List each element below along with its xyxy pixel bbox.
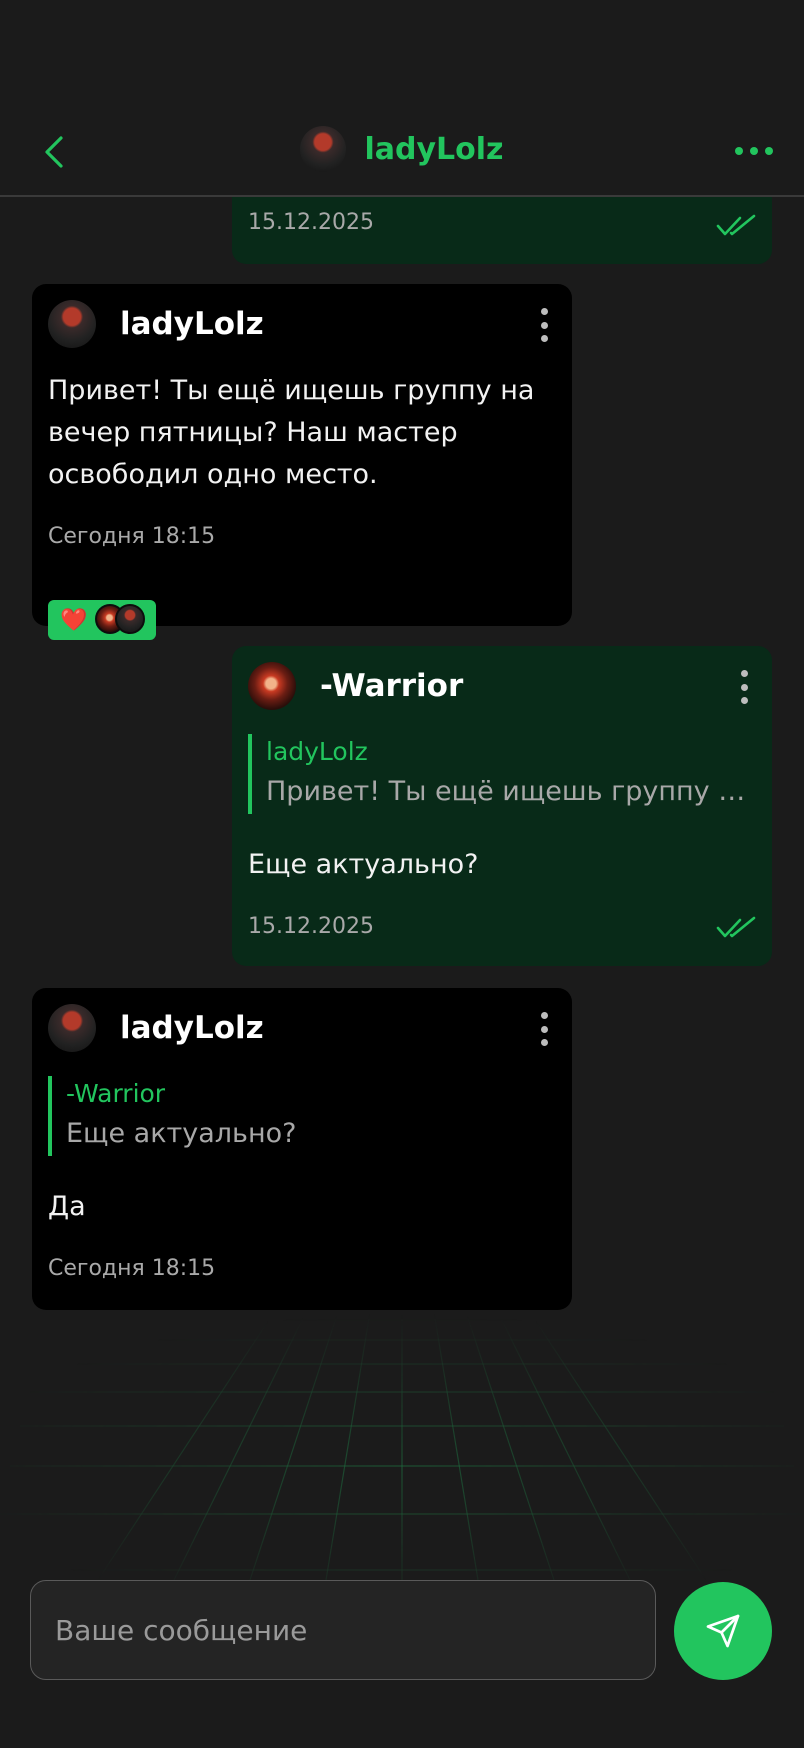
message-author: ladyLolz xyxy=(120,306,264,342)
more-horizontal-icon xyxy=(735,147,773,155)
send-button[interactable] xyxy=(674,1582,772,1680)
quote-text: Привет! Ты ещё ищешь группу на вечер пят… xyxy=(266,776,756,807)
message-author: -Warrior xyxy=(320,668,464,704)
send-icon xyxy=(706,1614,740,1648)
reaction-badge[interactable]: ❤️ xyxy=(48,600,156,640)
message-header: ladyLolz xyxy=(48,1004,264,1052)
message-bubble-outgoing[interactable]: -Warrior ladyLolz Привет! Ты ещё ищешь г… xyxy=(232,646,772,966)
message-menu-button[interactable] xyxy=(538,1012,550,1046)
author-avatar xyxy=(248,662,296,710)
message-menu-button[interactable] xyxy=(738,670,750,704)
message-input[interactable] xyxy=(30,1580,656,1680)
message-menu-button[interactable] xyxy=(538,308,550,342)
message-text: Да xyxy=(48,1191,86,1222)
quote-text: Еще актуально? xyxy=(66,1118,297,1149)
quote-author: ladyLolz xyxy=(266,737,368,766)
message-time: 15.12.2025 xyxy=(248,210,374,235)
message-time: 15.12.2025 xyxy=(248,914,374,939)
double-check-icon xyxy=(716,916,756,938)
chat-title: ladyLolz xyxy=(364,131,504,167)
chat-partner[interactable]: ladyLolz xyxy=(0,126,804,172)
message-bubble-incoming[interactable]: ladyLolz Привет! Ты ещё ищешь группу на … xyxy=(32,284,572,640)
reply-quote[interactable]: -Warrior Еще актуально? xyxy=(48,1076,556,1156)
message-text: Привет! Ты ещё ищешь группу на вечер пят… xyxy=(48,375,535,490)
partner-avatar xyxy=(300,126,347,172)
reply-quote[interactable]: ladyLolz Привет! Ты ещё ищешь группу на … xyxy=(248,734,756,814)
message-bubble-incoming[interactable]: ladyLolz -Warrior Еще актуально? Да Сего… xyxy=(32,988,572,1310)
message-time: Сегодня 18:15 xyxy=(48,1256,216,1281)
double-check-icon xyxy=(716,214,756,236)
message-time: Сегодня 18:15 xyxy=(48,524,216,549)
message-author: ladyLolz xyxy=(120,1010,264,1046)
quote-author: -Warrior xyxy=(66,1079,166,1108)
author-avatar xyxy=(48,1004,96,1052)
more-options-button[interactable] xyxy=(732,134,776,168)
message-text: Еще актуально? xyxy=(248,849,479,880)
heart-reaction-icon: ❤️ xyxy=(60,607,88,633)
author-avatar xyxy=(48,300,96,348)
message-header: -Warrior xyxy=(248,662,463,710)
reactor-avatar xyxy=(115,604,146,634)
chat-header: ladyLolz xyxy=(0,0,804,197)
message-header: ladyLolz xyxy=(48,300,264,348)
grid-floor-decoration xyxy=(0,1300,804,1580)
